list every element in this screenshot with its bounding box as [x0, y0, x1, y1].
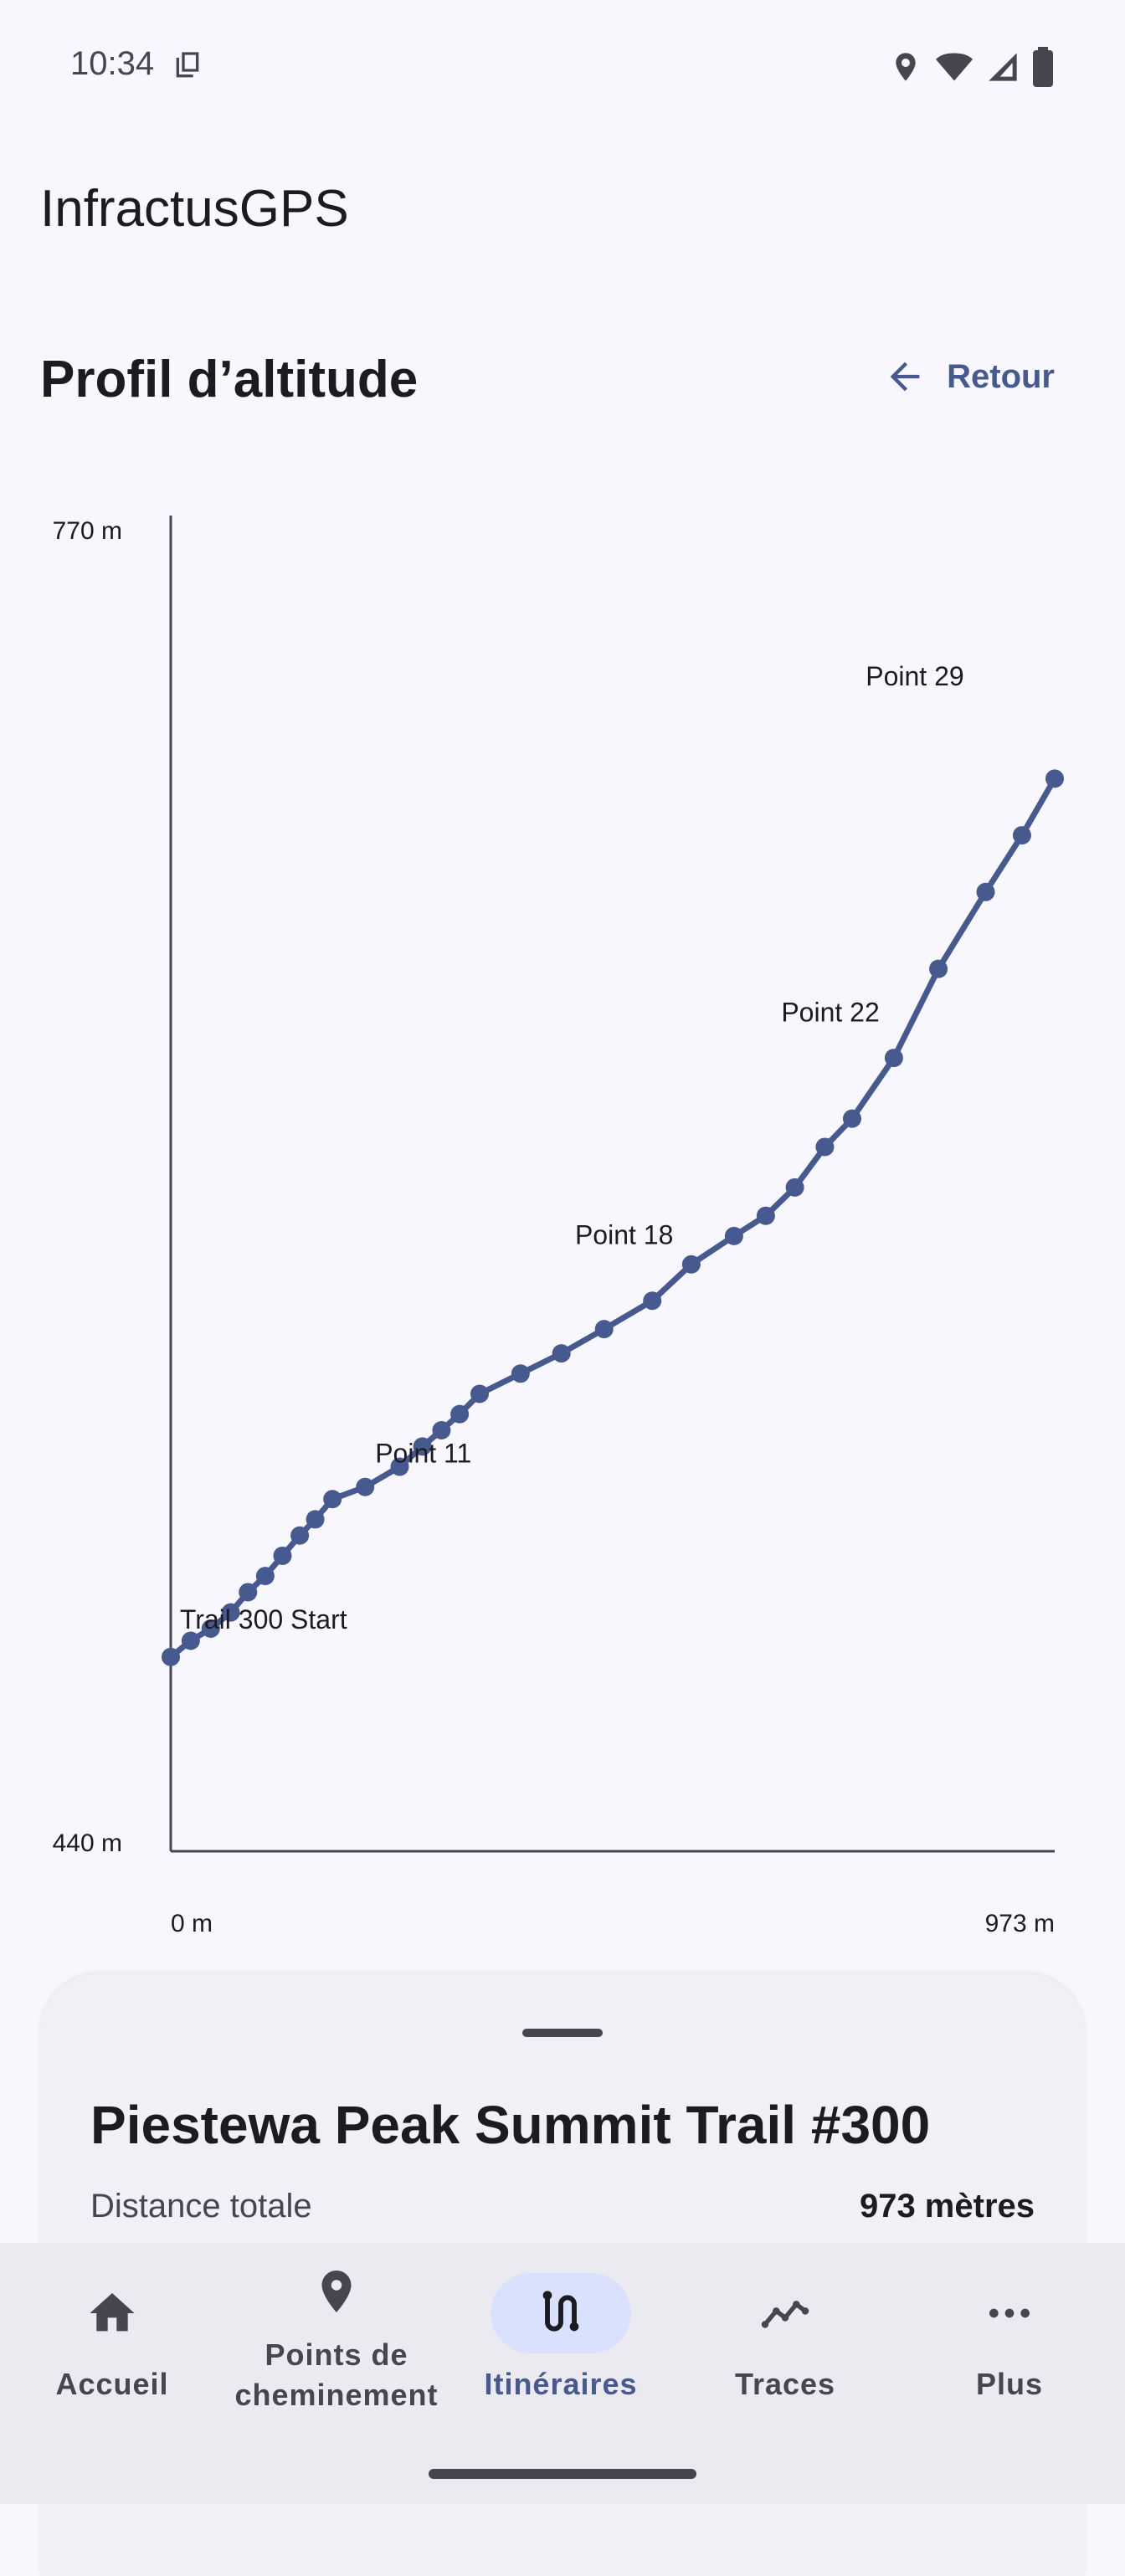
- nav-label-traces: Traces: [734, 2367, 836, 2401]
- elevation-point[interactable]: [756, 1206, 775, 1225]
- nav-label-accueil: Accueil: [55, 2367, 169, 2401]
- elevation-point[interactable]: [1045, 769, 1064, 788]
- y-min-label: 440 m: [53, 1829, 122, 1857]
- point-label: Point 18: [575, 1220, 673, 1250]
- elevation-point[interactable]: [432, 1421, 451, 1440]
- location-pin-icon: [321, 2271, 352, 2312]
- nav-icon-container: [42, 2273, 182, 2353]
- route-name: Piestewa Peak Summit Trail #300: [90, 2095, 931, 2155]
- elevation-point[interactable]: [511, 1364, 530, 1383]
- bottom-navigation: Accueil Points de cheminement Itinéraire…: [0, 2243, 1125, 2504]
- elevation-line: [168, 777, 1058, 1660]
- back-button[interactable]: Retour: [883, 355, 1055, 398]
- point-label: Point 11: [375, 1439, 471, 1469]
- nav-icon-container: [266, 2251, 407, 2332]
- app-title: InfractusGPS: [40, 180, 349, 238]
- nav-item-accueil[interactable]: Accueil: [0, 2243, 224, 2444]
- point-label: Point 29: [866, 661, 963, 691]
- elevation-point[interactable]: [356, 1477, 375, 1496]
- elevation-point[interactable]: [323, 1490, 342, 1509]
- nav-label-plus: Plus: [975, 2367, 1044, 2401]
- screenshot-notification-icon: [176, 52, 199, 78]
- nav-item-itineraires[interactable]: Itinéraires: [449, 2243, 673, 2444]
- battery-icon: [1033, 47, 1053, 87]
- elevation-point[interactable]: [273, 1546, 292, 1565]
- elevation-point[interactable]: [290, 1526, 310, 1545]
- status-time: 10:34: [70, 45, 155, 82]
- elevation-point[interactable]: [239, 1583, 258, 1602]
- page-title: Profil d’altitude: [40, 351, 419, 408]
- nav-icon-container: [939, 2273, 1080, 2353]
- x-min-label: 0 m: [171, 1910, 213, 1937]
- home-icon: [90, 2293, 135, 2332]
- sheet-drag-handle[interactable]: [522, 2029, 603, 2037]
- arrow-back-icon: [890, 362, 920, 392]
- distance-value: 973 mètres: [859, 2188, 1035, 2224]
- elevation-point[interactable]: [681, 1255, 701, 1274]
- series-layer: [162, 769, 1064, 1666]
- x-max-label: 973 m: [985, 1910, 1055, 1937]
- distance-label: Distance totale: [90, 2188, 312, 2224]
- elevation-point[interactable]: [724, 1226, 743, 1245]
- elevation-point[interactable]: [162, 1647, 180, 1666]
- nav-icon-active-indicator: [491, 2273, 631, 2353]
- point-label: Trail 300 Start: [180, 1604, 347, 1634]
- elevation-point[interactable]: [1012, 826, 1031, 845]
- nav-label-itineraires: Itinéraires: [484, 2367, 638, 2401]
- trace-icon: [761, 2301, 809, 2328]
- elevation-point[interactable]: [450, 1404, 470, 1424]
- elevation-chart: 770 m 440 m 0 m 973 m Trail 300 Start Poi…: [53, 516, 1064, 1937]
- route-icon: [542, 2291, 579, 2332]
- location-status-icon: [896, 53, 916, 81]
- point-label: Point 22: [781, 998, 879, 1028]
- elevation-point[interactable]: [976, 882, 995, 901]
- elevation-point[interactable]: [643, 1291, 662, 1311]
- elevation-point[interactable]: [552, 1344, 571, 1363]
- back-label: Retour: [947, 357, 1055, 395]
- nav-icon-container: [715, 2273, 855, 2353]
- elevation-point[interactable]: [785, 1178, 804, 1197]
- elevation-point[interactable]: [594, 1320, 614, 1339]
- gesture-navigation-bar[interactable]: [429, 2469, 696, 2479]
- nav-label-points: Points de cheminement: [234, 2337, 439, 2412]
- elevation-point[interactable]: [255, 1567, 275, 1586]
- elevation-point[interactable]: [815, 1137, 835, 1157]
- nav-item-points[interactable]: Points de cheminement: [224, 2243, 449, 2444]
- elevation-point[interactable]: [884, 1049, 903, 1068]
- elevation-point[interactable]: [842, 1109, 861, 1128]
- elevation-point[interactable]: [929, 959, 948, 978]
- signal-icon: [989, 53, 1017, 81]
- more-icon: [989, 2308, 1030, 2318]
- elevation-point[interactable]: [306, 1510, 325, 1529]
- nav-item-traces[interactable]: Traces: [673, 2243, 897, 2444]
- status-bar: 10:34: [0, 0, 1125, 134]
- nav-item-plus[interactable]: Plus: [897, 2243, 1122, 2444]
- wifi-icon: [936, 53, 973, 81]
- elevation-point[interactable]: [470, 1384, 490, 1403]
- y-max-label: 770 m: [53, 517, 122, 545]
- annotation-layer: Trail 300 Start Point 11 Point 18 Point 22 P…: [180, 661, 964, 1634]
